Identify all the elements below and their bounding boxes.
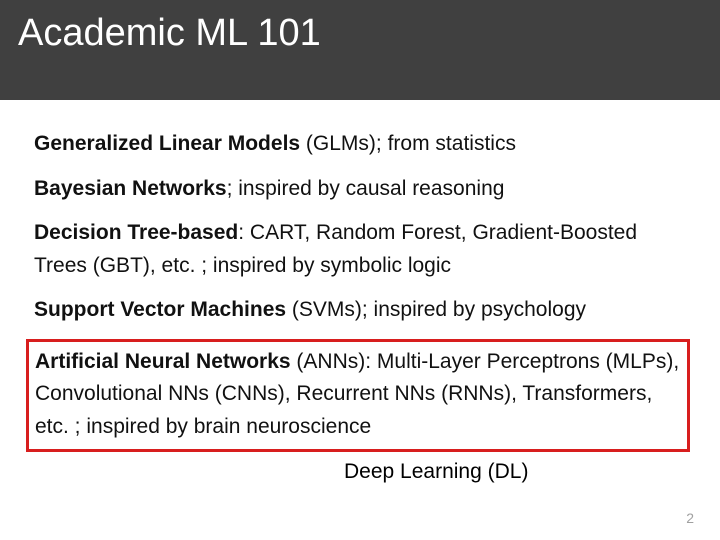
item-ann-bold: Artificial Neural Networks [35, 350, 291, 373]
page-title: Academic ML 101 [18, 12, 720, 55]
item-ann: Artificial Neural Networks (ANNs): Multi… [35, 346, 681, 444]
item-glm-bold: Generalized Linear Models [34, 132, 300, 155]
item-bayes: Bayesian Networks; inspired by causal re… [34, 173, 686, 206]
deep-learning-label: Deep Learning (DL) [34, 460, 686, 484]
item-glm-rest: (GLMs); from statistics [300, 132, 516, 155]
item-svm-rest: (SVMs); inspired by psychology [286, 298, 586, 321]
item-tree: Decision Tree-based: CART, Random Forest… [34, 217, 686, 282]
item-glm: Generalized Linear Models (GLMs); from s… [34, 128, 686, 161]
item-bayes-rest: ; inspired by causal reasoning [227, 177, 505, 200]
item-svm-bold: Support Vector Machines [34, 298, 286, 321]
highlight-box-ann: Artificial Neural Networks (ANNs): Multi… [26, 339, 690, 453]
slide: Academic ML 101 Generalized Linear Model… [0, 0, 720, 540]
title-bar: Academic ML 101 [0, 0, 720, 100]
item-svm: Support Vector Machines (SVMs); inspired… [34, 294, 686, 327]
item-tree-bold: Decision Tree-based [34, 221, 238, 244]
item-bayes-bold: Bayesian Networks [34, 177, 227, 200]
content-area: Generalized Linear Models (GLMs); from s… [0, 100, 720, 484]
page-number: 2 [686, 510, 694, 526]
